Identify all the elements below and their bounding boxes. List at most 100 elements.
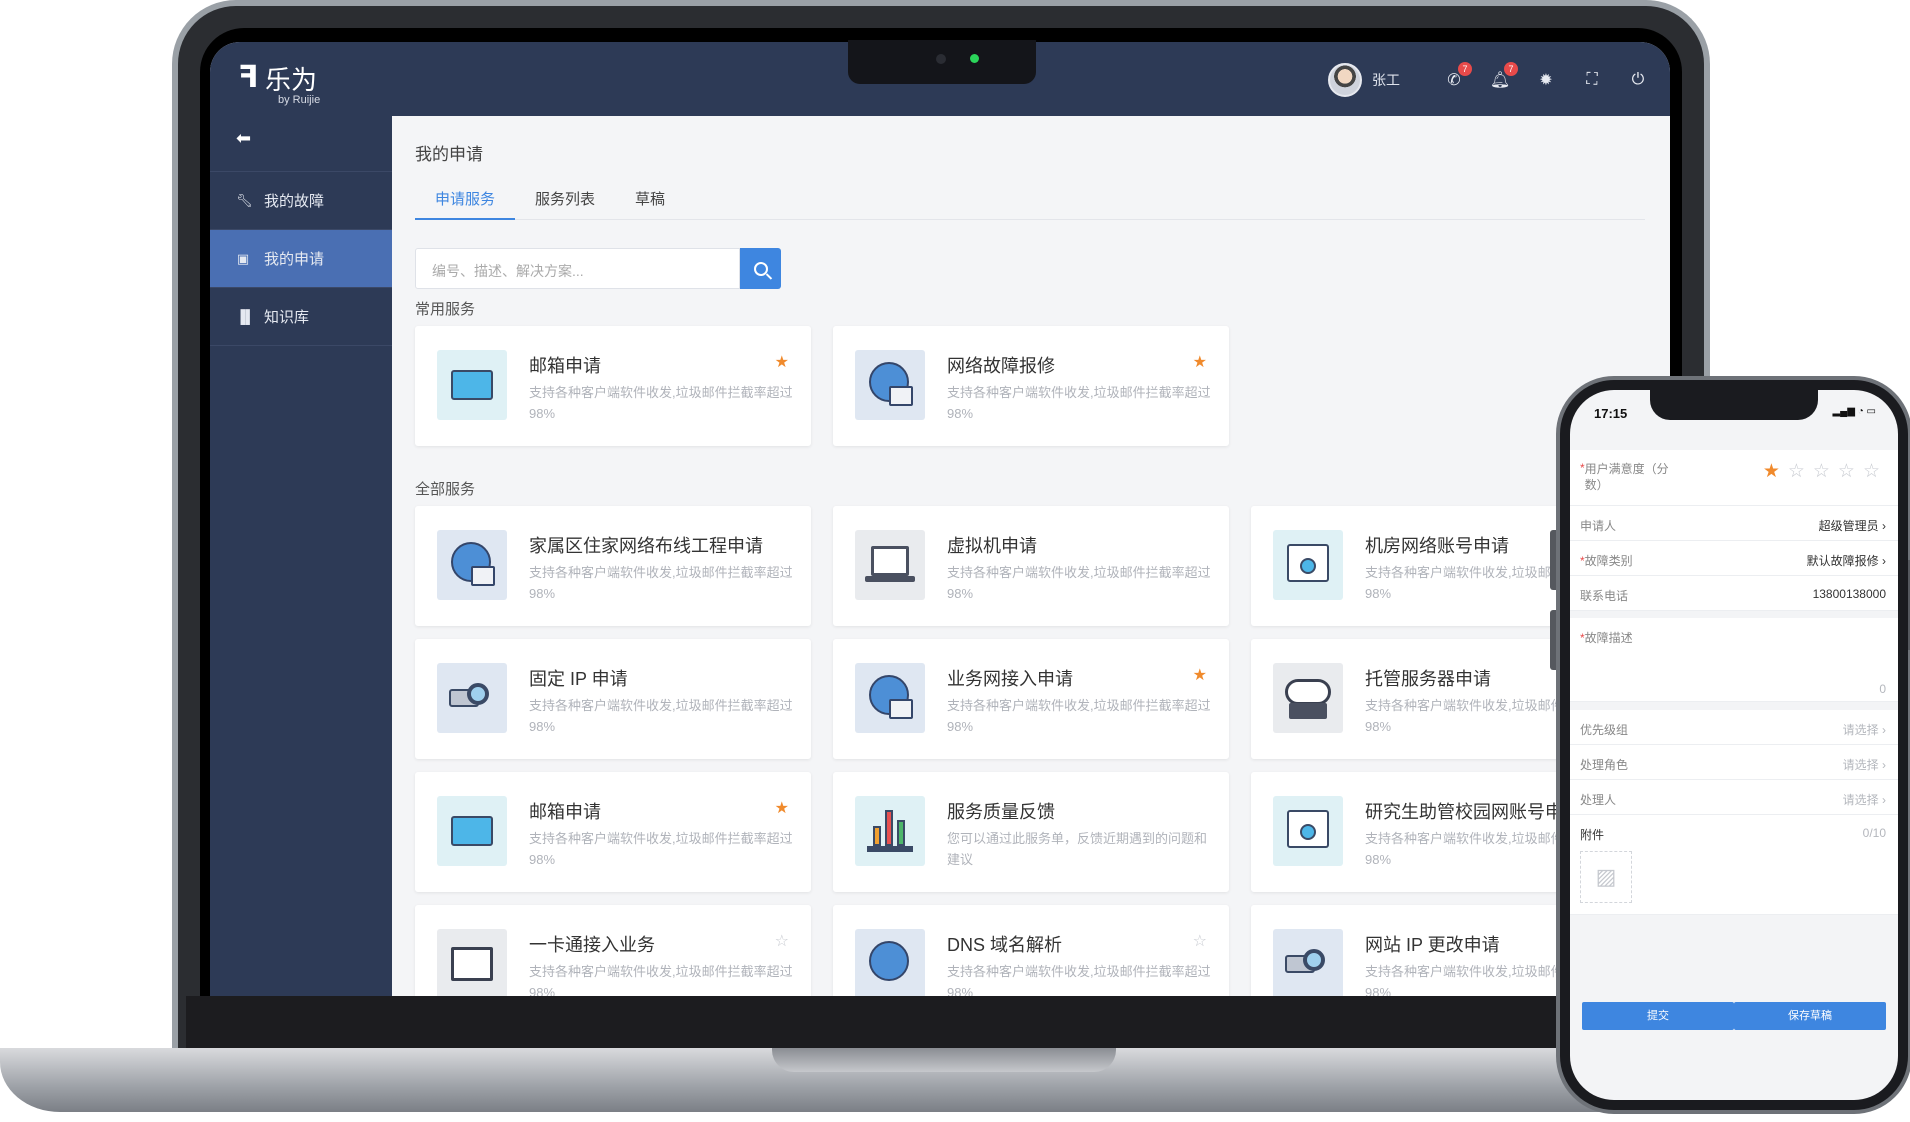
wrench-icon: 🔧︎ (236, 192, 253, 208)
submit-button[interactable]: 提交 (1582, 1002, 1734, 1030)
card-title: DNS 域名解析 (947, 935, 1063, 955)
service-card-mail[interactable]: 邮箱申请 支持各种客户端软件收发,垃圾邮件拦截率超过98% ★ (415, 326, 811, 446)
sidebar-item-my-faults[interactable]: 🔧︎ 我的故障 (210, 172, 392, 230)
field-value: 超级管理员 › (1818, 519, 1886, 533)
card-description: 支持各种客户端软件收发,垃圾邮件拦截率超过98% (529, 698, 793, 734)
sidebar-item-my-applications[interactable]: ▣ 我的申请 (210, 230, 392, 288)
field-label: 故障描述 (1584, 631, 1633, 645)
image-upload-icon[interactable]: ▨ (1580, 851, 1632, 903)
card-title: 家属区住家网络布线工程申请 (529, 536, 763, 556)
sidebar: ⬅ 🔧︎ 我的故障 ▣ 我的申请 ▐▌ 知识库 (210, 116, 392, 996)
field-label: 优先级组 (1580, 723, 1629, 737)
card-description: 支持各种客户端软件收发,垃圾邮件拦截率超过98% (529, 385, 793, 421)
card-title: 网络故障报修 (947, 356, 1055, 376)
all-services-label: 全部服务 (415, 481, 476, 498)
card-description: 支持各种客户端软件收发,垃圾邮件拦截率超过98% (947, 385, 1211, 421)
field-label: 申请人 (1580, 519, 1617, 533)
phone-status-icons: ▂▄▆ ◔ ▭ (1832, 406, 1876, 417)
star-filled-icon[interactable]: ★ (775, 798, 789, 818)
tab-bar: 申请服务 服务列表 草稿 (415, 174, 1645, 220)
card-title: 固定 IP 申请 (529, 669, 628, 689)
phone-badge: 7 (1458, 62, 1472, 76)
power-icon[interactable]: ⏻ (1626, 71, 1650, 89)
service-card[interactable]: 固定 IP 申请 支持各种客户端软件收发,垃圾邮件拦截率超过98% (415, 639, 811, 759)
phone-icon[interactable]: ✆ 7 (1442, 62, 1472, 90)
user-window-icon (1273, 530, 1343, 600)
card-title: 服务质量反馈 (947, 802, 1055, 822)
tab-apply-service[interactable]: 申请服务 (415, 174, 516, 220)
select-handler[interactable]: 处理人 请选择 › (1570, 780, 1898, 815)
card-title: 托管服务器申请 (1365, 669, 1491, 689)
select-priority-group[interactable]: 优先级组 请选择 › (1570, 710, 1898, 745)
service-card[interactable]: 业务网接入申请 支持各种客户端软件收发,垃圾邮件拦截率超过98% ★ (833, 639, 1229, 759)
card-title: 研究生助管校园网账号申 (1365, 802, 1563, 822)
search-input[interactable]: 编号、描述、解决方案... (415, 248, 740, 289)
select-handler-role[interactable]: 处理角色 请选择 › (1570, 745, 1898, 780)
star-filled-icon[interactable]: ★ (1763, 461, 1788, 482)
sidebar-item-label: 知识库 (264, 309, 310, 326)
service-card[interactable]: 邮箱申请 支持各种客户端软件收发,垃圾邮件拦截率超过98% ★ (415, 772, 811, 892)
mail-icon (437, 796, 507, 866)
brightness-icon[interactable]: ✹ (1534, 70, 1558, 90)
card-title: 邮箱申请 (529, 802, 601, 822)
tab-service-list[interactable]: 服务列表 (515, 174, 615, 220)
field-value: 请选择 › (1842, 723, 1886, 737)
card-description: 支持各种客户端软件收发,垃圾邮件拦截率超过98% (529, 964, 793, 996)
sidebar-item-label: 我的申请 (264, 251, 325, 268)
fullscreen-icon[interactable]: ⛶ (1580, 71, 1604, 89)
phone-screen: 17:15 ▂▄▆ ◔ ▭ *用户满意度（分数） ★☆☆☆☆ 申请人 超级管理员… (1570, 390, 1898, 1100)
card-title: 一卡通接入业务 (529, 935, 655, 955)
field-applicant[interactable]: 申请人 超级管理员 › (1570, 506, 1898, 541)
fault-description-input[interactable]: *故障描述 0 (1570, 618, 1898, 702)
card-description: 支持各种客户端软件收发,垃圾邮件拦截率超过98% (947, 698, 1211, 734)
card-icon (437, 929, 507, 996)
sidebar-item-knowledge-base[interactable]: ▐▌ 知识库 (210, 288, 392, 346)
app-logo: ꟻ 乐为 by Ruijie (238, 60, 320, 106)
main-content: 我的申请 申请服务 服务列表 草稿 编号、描述、解决方案... 常用服务 邮箱申… (392, 116, 1670, 996)
search-button[interactable] (740, 248, 781, 289)
laptop-base-notch (772, 1048, 1116, 1072)
user-window-icon (1273, 796, 1343, 866)
tab-drafts[interactable]: 草稿 (615, 174, 685, 220)
username[interactable]: 张工 (1372, 70, 1400, 90)
rating-stars[interactable]: ★☆☆☆☆ (1763, 460, 1888, 483)
field-value: 请选择 › (1842, 758, 1886, 772)
star-filled-icon[interactable]: ★ (1193, 665, 1207, 685)
service-card-network-repair[interactable]: 网络故障报修 支持各种客户端软件收发,垃圾邮件拦截率超过98% ★ (833, 326, 1229, 446)
search-key-icon (437, 663, 507, 733)
card-title: 虚拟机申请 (947, 536, 1037, 556)
card-description: 您可以通过此服务单，反馈近期遇到的问题和建议 (947, 831, 1208, 867)
card-description: 支持各种客户端软件收发,垃圾邮件拦截率超过98% (529, 831, 793, 867)
phone-notch (1650, 390, 1818, 420)
card-description: 支持各种客户端软件收发,垃圾邮件拦截率超过98% (947, 565, 1211, 601)
field-label: 故障类别 (1584, 554, 1633, 568)
service-card[interactable]: 家属区住家网络布线工程申请 支持各种客户端软件收发,垃圾邮件拦截率超过98% (415, 506, 811, 626)
back-arrow-icon[interactable]: ⬅ (210, 116, 392, 172)
field-value: 默认故障报修 › (1806, 554, 1886, 568)
star-outline-icon[interactable]: ☆☆☆☆ (1788, 461, 1888, 482)
star-filled-icon[interactable]: ★ (775, 352, 789, 372)
field-label: 联系电话 (1580, 589, 1629, 603)
field-fault-category[interactable]: *故障类别 默认故障报修 › (1570, 541, 1898, 576)
camera-lens (936, 54, 946, 64)
star-filled-icon[interactable]: ★ (1193, 352, 1207, 372)
laptop-camera-notch (848, 40, 1036, 84)
service-card[interactable]: 服务质量反馈 您可以通过此服务单，反馈近期遇到的问题和建议 (833, 772, 1229, 892)
page-title: 我的申请 (415, 145, 483, 164)
avatar[interactable] (1328, 63, 1362, 97)
card-description: 支持各种客户端软件收发,垃圾邮件拦截率超过98% (947, 964, 1211, 996)
attachment-count: 0/10 (1862, 826, 1886, 840)
star-outline-icon[interactable]: ☆ (775, 931, 789, 951)
card-title: 网站 IP 更改申请 (1365, 935, 1500, 955)
field-label: 附件 (1580, 828, 1605, 842)
sidebar-item-label: 我的故障 (264, 193, 325, 210)
char-count: 0 (1879, 682, 1886, 696)
bell-icon[interactable]: 🔔︎ 7 (1488, 62, 1518, 90)
service-card[interactable]: DNS 域名解析 支持各种客户端软件收发,垃圾邮件拦截率超过98% ☆ (833, 905, 1229, 996)
field-phone-number[interactable]: 联系电话 13800138000 (1570, 576, 1898, 611)
card-title: 业务网接入申请 (947, 669, 1073, 689)
star-outline-icon[interactable]: ☆ (1193, 931, 1207, 951)
save-draft-button[interactable]: 保存草稿 (1734, 1002, 1886, 1030)
service-card[interactable]: 一卡通接入业务 支持各种客户端软件收发,垃圾邮件拦截率超过98% ☆ (415, 905, 811, 996)
service-card[interactable]: 虚拟机申请 支持各种客户端软件收发,垃圾邮件拦截率超过98% (833, 506, 1229, 626)
